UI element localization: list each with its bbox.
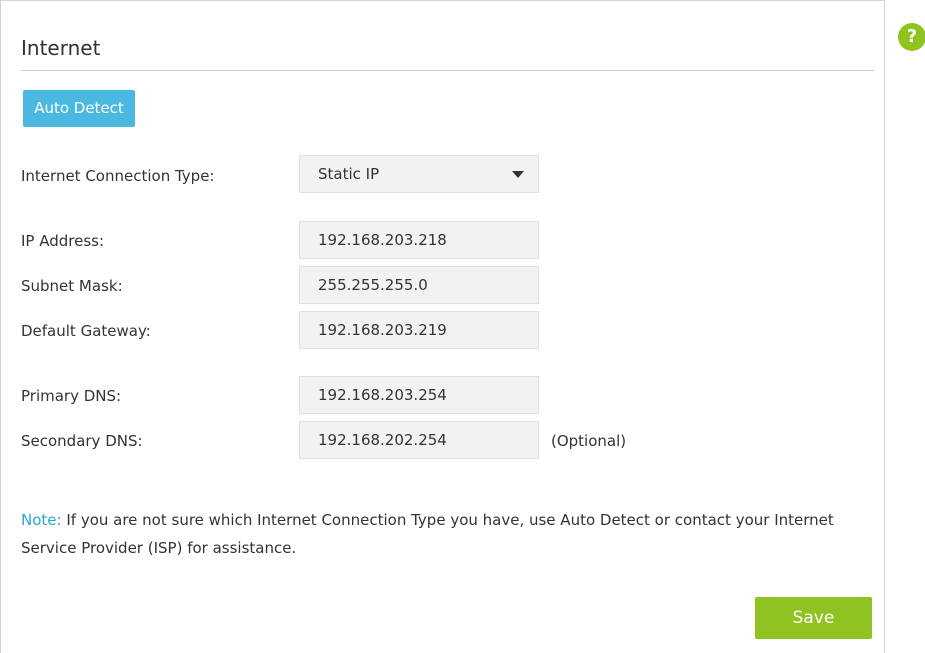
default-gateway-label: Default Gateway: — [21, 322, 151, 340]
subnet-mask-label: Subnet Mask: — [21, 277, 123, 295]
title-divider — [21, 70, 874, 71]
chevron-down-icon — [512, 171, 524, 178]
help-icon[interactable]: ? — [898, 23, 925, 51]
internet-settings-panel: Internet Auto Detect Internet Connection… — [0, 0, 885, 653]
section-title: Internet — [21, 36, 101, 60]
connection-type-label: Internet Connection Type: — [21, 167, 215, 185]
secondary-dns-optional-hint: (Optional) — [551, 432, 627, 450]
note-label: Note: — [21, 511, 62, 529]
secondary-dns-label: Secondary DNS: — [21, 432, 143, 450]
default-gateway-input[interactable] — [299, 311, 539, 349]
subnet-mask-input[interactable] — [299, 266, 539, 304]
secondary-dns-input[interactable] — [299, 421, 539, 459]
ip-address-input[interactable] — [299, 221, 539, 259]
auto-detect-button[interactable]: Auto Detect — [23, 90, 135, 127]
primary-dns-label: Primary DNS: — [21, 387, 122, 405]
note-text: Note: If you are not sure which Internet… — [21, 506, 871, 562]
primary-dns-input[interactable] — [299, 376, 539, 414]
note-body: If you are not sure which Internet Conne… — [21, 511, 834, 557]
ip-address-label: IP Address: — [21, 232, 105, 250]
connection-type-select[interactable]: Static IP — [299, 155, 539, 193]
save-button[interactable]: Save — [755, 597, 872, 639]
connection-type-value: Static IP — [318, 165, 380, 183]
